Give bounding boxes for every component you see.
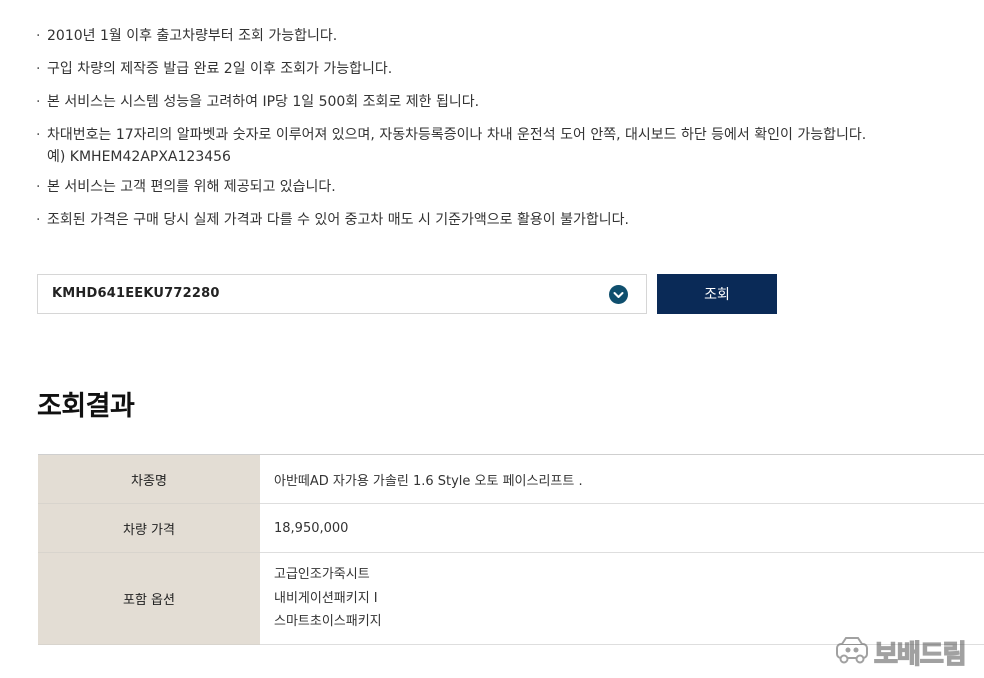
chevron-down-icon[interactable] [609,285,628,304]
result-title: 조회결과 [37,391,135,422]
search-button[interactable]: 조회 [657,274,777,314]
notice-text: 2010년 1월 이후 출고차량부터 조회 가능합니다. [47,28,338,44]
notice-list: 2010년 1월 이후 출고차량부터 조회 가능합니다. 구입 차량의 제작증 … [36,22,956,239]
vin-example: 예) KMHEM42APXA123456 [47,149,231,165]
option-item: 고급인조가죽시트 [274,567,370,583]
model-value: 아반떼AD 자가용 가솔린 1.6 Style 오토 페이스리프트 . [260,454,984,504]
model-label: 차종명 [38,454,260,504]
price-value: 18,950,000 [260,503,984,553]
vin-selected-value: KMHD641EEKU772280 [52,286,220,301]
notice-text: 조회된 가격은 구매 당시 실제 가격과 다를 수 있어 중고차 매도 시 기준… [47,212,629,228]
table-row: 포함 옵션 고급인조가죽시트 내비게이션패키지 I 스마트초이스패키지 [38,552,984,645]
option-item: 내비게이션패키지 I [274,590,378,606]
options-label: 포함 옵션 [38,552,260,645]
notice-item: 구입 차량의 제작증 발급 완료 2일 이후 조회가 가능합니다. [36,55,956,83]
result-table: 차종명 아반떼AD 자가용 가솔린 1.6 Style 오토 페이스리프트 . … [38,454,984,645]
table-row: 차종명 아반떼AD 자가용 가솔린 1.6 Style 오토 페이스리프트 . [38,454,984,504]
options-value: 고급인조가죽시트 내비게이션패키지 I 스마트초이스패키지 [260,552,984,645]
notice-text: 차대번호는 17자리의 알파벳과 숫자로 이루어져 있으며, 자동차등록증이나 … [47,127,867,143]
car-logo-icon [834,635,870,669]
notice-item: 조회된 가격은 구매 당시 실제 가격과 다를 수 있어 중고차 매도 시 기준… [36,206,956,234]
option-item: 스마트초이스패키지 [274,614,382,630]
watermark: 보배드림 [834,634,967,670]
notice-text: 구입 차량의 제작증 발급 완료 2일 이후 조회가 가능합니다. [47,61,393,77]
price-label: 차량 가격 [38,503,260,553]
notice-item: 본 서비스는 고객 편의를 위해 제공되고 있습니다. [36,173,956,201]
notice-text: 본 서비스는 고객 편의를 위해 제공되고 있습니다. [47,179,336,195]
option-list: 고급인조가죽시트 내비게이션패키지 I 스마트초이스패키지 [274,563,984,634]
watermark-text: 보배드림 [873,639,967,670]
notice-text: 본 서비스는 시스템 성능을 고려하여 IP당 1일 500회 조회로 제한 됩… [47,94,480,110]
vin-select[interactable]: KMHD641EEKU772280 [37,274,647,314]
notice-item: 본 서비스는 시스템 성능을 고려하여 IP당 1일 500회 조회로 제한 됩… [36,88,956,116]
notice-item: 2010년 1월 이후 출고차량부터 조회 가능합니다. [36,22,956,50]
notice-item: 차대번호는 17자리의 알파벳과 숫자로 이루어져 있으며, 자동차등록증이나 … [36,121,956,168]
table-row: 차량 가격 18,950,000 [38,503,984,553]
